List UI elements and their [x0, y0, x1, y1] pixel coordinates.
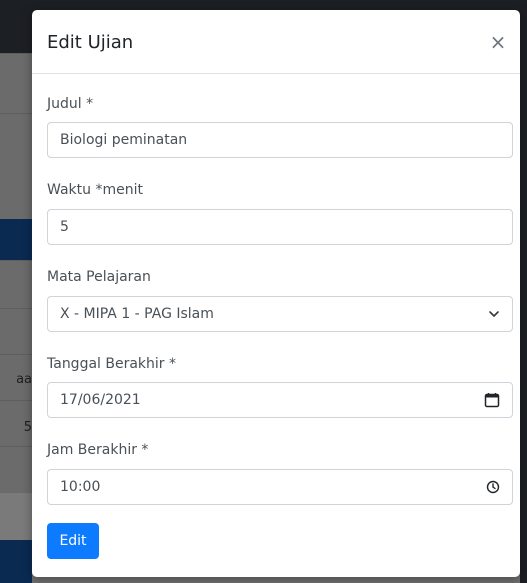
background-row — [0, 446, 32, 493]
end-date-input[interactable]: 17/06/2021 — [47, 382, 513, 418]
chevron-down-icon — [488, 297, 500, 331]
background-text: aa — [16, 372, 32, 387]
background-row — [0, 308, 32, 355]
close-icon: × — [489, 30, 507, 54]
end-date-label: Tanggal Berakhir * — [47, 356, 177, 372]
title-input[interactable]: Biologi peminatan — [47, 122, 513, 158]
subject-label: Mata Pelajaran — [47, 269, 151, 285]
clock-icon[interactable] — [486, 470, 500, 504]
end-time-label: Jam Berakhir * — [47, 442, 149, 458]
end-date-input-value: 17/06/2021 — [60, 392, 141, 408]
modal-title: Edit Ujian — [47, 32, 134, 53]
calendar-icon[interactable] — [484, 383, 500, 417]
duration-input-value: 5 — [60, 219, 69, 235]
title-input-value: Biologi peminatan — [60, 132, 188, 148]
background-highlight-row — [0, 219, 32, 260]
end-time-input-value: 10:00 — [60, 479, 101, 495]
duration-input[interactable]: 5 — [47, 209, 513, 245]
subject-select-value: X - MIPA 1 - PAG Islam — [60, 306, 214, 322]
close-button[interactable]: × — [486, 30, 510, 54]
background-row — [0, 53, 32, 114]
title-label: Judul * — [47, 96, 94, 112]
background-scrollbar-edge — [520, 0, 527, 583]
modal-header: Edit Ujian × — [32, 10, 520, 74]
edit-exam-modal: Edit Ujian × Judul * Biologi peminatan W… — [32, 10, 520, 577]
background-footer — [0, 540, 32, 583]
end-time-input[interactable]: 10:00 — [47, 469, 513, 505]
background-text: 5 — [23, 420, 32, 435]
subject-select[interactable]: X - MIPA 1 - PAG Islam — [47, 296, 513, 332]
edit-submit-button[interactable]: Edit — [47, 523, 99, 559]
background-row — [0, 113, 32, 220]
background-row — [0, 260, 32, 309]
duration-label: Waktu *menit — [47, 182, 143, 198]
